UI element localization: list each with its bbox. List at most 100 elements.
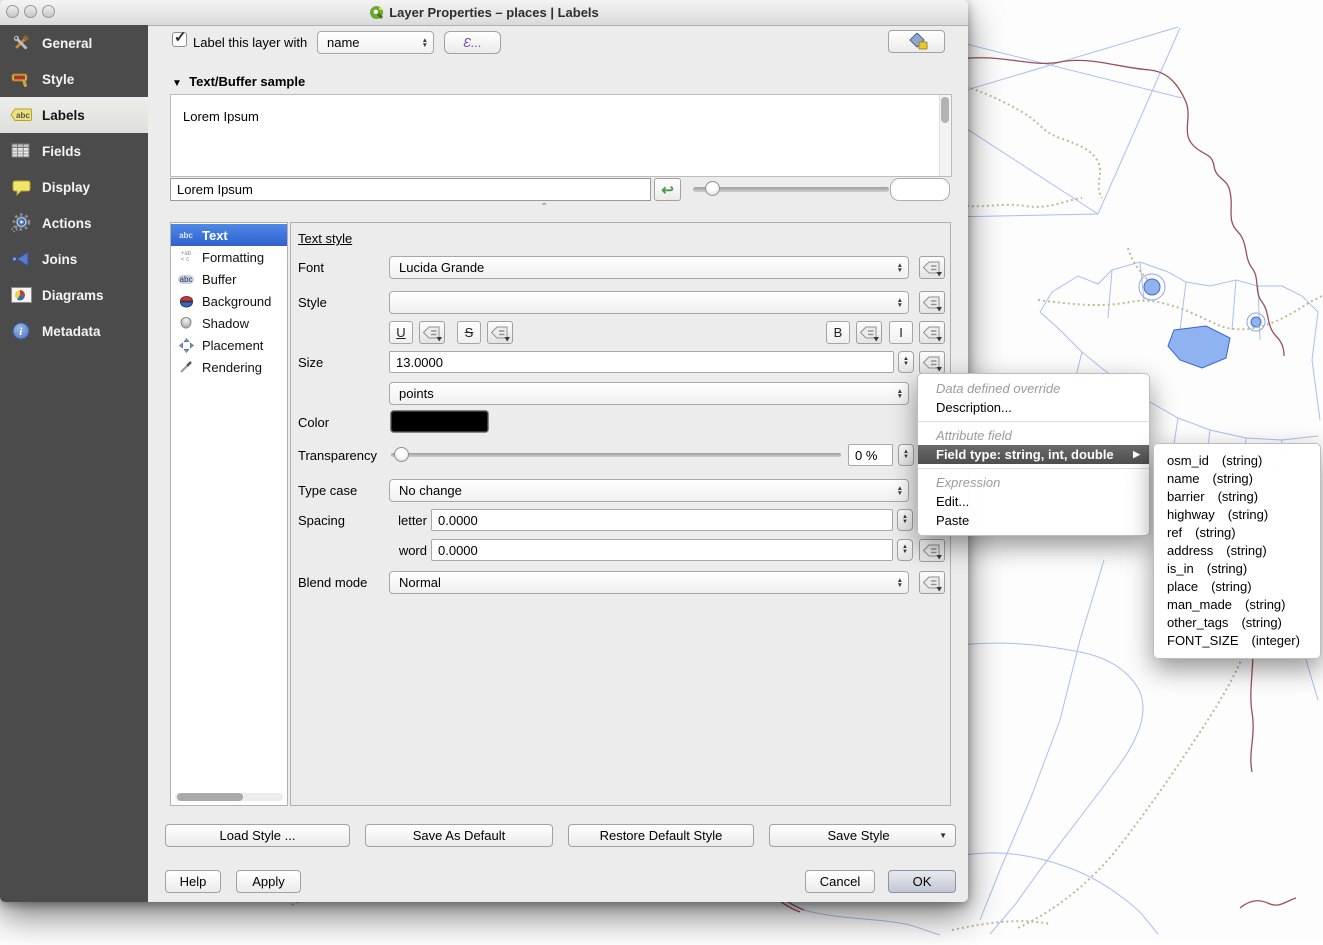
size-input[interactable]: 13.0000: [389, 351, 894, 373]
menu-item-description[interactable]: Description...: [918, 398, 1149, 417]
display-icon: [9, 179, 33, 196]
data-defined-button-word[interactable]: [919, 539, 945, 562]
font-select[interactable]: Lucida Grande: [389, 256, 909, 279]
label-field-value: name: [327, 35, 360, 50]
tab-placement[interactable]: Placement: [171, 334, 287, 356]
metadata-icon: i: [9, 322, 33, 340]
strikeout-toggle[interactable]: S: [457, 321, 481, 344]
field-menu-item[interactable]: man_made(string): [1154, 596, 1320, 614]
data-defined-button-size[interactable]: [919, 351, 945, 374]
expression-builder-button[interactable]: Ɛ...: [444, 31, 501, 54]
sample-size-slider[interactable]: [693, 187, 889, 192]
data-defined-button-bold[interactable]: [856, 321, 882, 344]
sidebar-item-labels[interactable]: abc Labels: [0, 97, 148, 133]
help-button[interactable]: Help: [165, 870, 221, 893]
ok-button[interactable]: OK: [888, 870, 956, 893]
tab-list-hscrollbar[interactable]: [175, 793, 283, 801]
menu-item-paste[interactable]: Paste: [918, 511, 1149, 530]
sidebar-item-diagrams[interactable]: Diagrams: [0, 277, 148, 313]
font-style-select[interactable]: [389, 291, 909, 314]
load-style-button[interactable]: Load Style ...: [165, 824, 350, 847]
data-defined-button-underline[interactable]: [419, 321, 445, 344]
sidebar-item-fields[interactable]: Fields: [0, 133, 148, 169]
sample-size-slider-thumb[interactable]: [705, 181, 720, 196]
data-defined-button-blend[interactable]: [919, 571, 945, 594]
field-menu-item[interactable]: osm_id(string): [1154, 452, 1320, 470]
tab-shadow[interactable]: Shadow: [171, 312, 287, 334]
placement-tab-icon: [175, 338, 197, 353]
tab-text[interactable]: abc Text: [171, 224, 287, 246]
letter-spacing-stepper[interactable]: [897, 509, 913, 531]
data-defined-button-italic[interactable]: [919, 321, 945, 344]
field-menu-item[interactable]: place(string): [1154, 578, 1320, 596]
data-defined-button-style[interactable]: [919, 291, 945, 314]
word-spacing-input[interactable]: 0.0000: [431, 539, 893, 561]
letter-spacing-input[interactable]: 0.0000: [431, 509, 893, 531]
stepper-icon: [897, 292, 903, 313]
save-style-button[interactable]: Save Style ▼: [769, 824, 956, 847]
field-menu-item[interactable]: ref(string): [1154, 524, 1320, 542]
size-stepper[interactable]: [898, 351, 914, 373]
field-menu-item[interactable]: highway(string): [1154, 506, 1320, 524]
transparency-stepper[interactable]: [898, 444, 914, 466]
reset-sample-button[interactable]: ↩: [654, 178, 681, 201]
field-menu-item[interactable]: address(string): [1154, 542, 1320, 560]
sample-scale-box[interactable]: [890, 178, 950, 201]
sidebar-item-actions[interactable]: Actions: [0, 205, 148, 241]
word-spacing-stepper[interactable]: [897, 539, 913, 561]
preview-scrollbar[interactable]: [939, 95, 951, 176]
sample-section-header[interactable]: ▼ Text/Buffer sample: [172, 74, 305, 89]
font-color-swatch[interactable]: [391, 411, 488, 432]
sidebar-item-style[interactable]: Style: [0, 61, 148, 97]
tab-formatting[interactable]: +ab< c Formatting: [171, 246, 287, 268]
blend-mode-select[interactable]: Normal: [389, 571, 909, 594]
restore-default-style-button[interactable]: Restore Default Style: [568, 824, 754, 847]
tab-background[interactable]: Background: [171, 290, 287, 312]
preview-text: Lorem Ipsum: [183, 109, 259, 124]
sidebar-item-joins[interactable]: Joins: [0, 241, 148, 277]
field-name: name: [1167, 470, 1200, 488]
cancel-button[interactable]: Cancel: [805, 870, 875, 893]
label-field-select[interactable]: name: [317, 31, 434, 54]
underline-toggle[interactable]: U: [389, 321, 413, 344]
joins-icon: [9, 250, 33, 268]
transparency-slider[interactable]: [391, 453, 841, 457]
menu-item-field-type[interactable]: Field type: string, int, double ▶: [918, 445, 1149, 464]
sidebar-item-general[interactable]: General: [0, 25, 148, 61]
transparency-input[interactable]: 0 %: [848, 444, 893, 466]
field-menu-item[interactable]: FONT_SIZE(integer): [1154, 632, 1320, 650]
splitter-handle[interactable]: ⌃: [540, 202, 548, 213]
automated-placement-button[interactable]: [888, 30, 945, 53]
sample-text-input[interactable]: [170, 178, 651, 201]
menu-item-edit[interactable]: Edit...: [918, 492, 1149, 511]
save-as-default-button[interactable]: Save As Default: [365, 824, 553, 847]
type-case-select[interactable]: No change: [389, 479, 909, 502]
sidebar-item-metadata[interactable]: i Metadata: [0, 313, 148, 349]
tab-rendering[interactable]: Rendering: [171, 356, 287, 378]
field-menu-item[interactable]: other_tags(string): [1154, 614, 1320, 632]
field-menu-item[interactable]: barrier(string): [1154, 488, 1320, 506]
sidebar-item-display[interactable]: Display: [0, 169, 148, 205]
apply-button[interactable]: Apply: [236, 870, 301, 893]
stepper-icon: [897, 383, 903, 404]
sidebar-item-label: Style: [42, 72, 74, 87]
field-menu-item[interactable]: name(string): [1154, 470, 1320, 488]
size-unit-value: points: [399, 386, 434, 401]
layer-properties-window: Layer Properties – places | Labels Gener…: [0, 0, 968, 902]
data-defined-button-strikeout[interactable]: [487, 321, 513, 344]
data-defined-icon: [421, 324, 443, 342]
size-unit-select[interactable]: points: [389, 382, 909, 405]
field-type: (string): [1195, 524, 1235, 542]
field-menu-item[interactable]: is_in(string): [1154, 560, 1320, 578]
data-defined-button-font[interactable]: [919, 256, 945, 279]
label-layer-checkbox[interactable]: ✓: [172, 32, 187, 47]
stepper-icon: [897, 572, 903, 593]
tab-buffer[interactable]: abc Buffer: [171, 268, 287, 290]
italic-toggle[interactable]: I: [889, 321, 913, 344]
data-defined-icon: [921, 574, 943, 592]
placement-settings-icon: [903, 33, 931, 51]
bold-toggle[interactable]: B: [826, 321, 850, 344]
type-case-label: Type case: [298, 483, 357, 498]
transparency-slider-thumb[interactable]: [394, 447, 409, 462]
sidebar: General Style abc Labels Fields Display: [0, 25, 148, 902]
